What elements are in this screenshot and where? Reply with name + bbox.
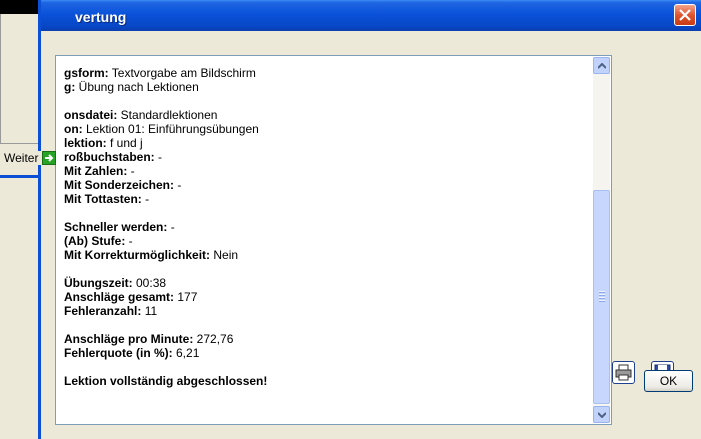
report-spacer: [64, 360, 584, 374]
report-row-value: Textvorgabe am Bildschirm: [108, 66, 256, 80]
report-row: Fehlerquote (in %): 6,21: [64, 346, 584, 360]
scroll-down-button[interactable]: [593, 406, 610, 423]
close-button[interactable]: [674, 4, 696, 26]
report-row-label: lektion:: [64, 136, 107, 150]
report-row: Anschläge gesamt: 177: [64, 290, 584, 304]
report-row: gsform: Textvorgabe am Bildschirm: [64, 66, 584, 80]
report-row: Mit Zahlen: -: [64, 164, 584, 178]
report-text: gsform: Textvorgabe am Bildschirm g: Übun…: [64, 66, 584, 388]
report-panel[interactable]: gsform: Textvorgabe am Bildschirm g: Übun…: [55, 55, 612, 425]
report-row: Übungszeit: 00:38: [64, 276, 584, 290]
report-row-value: -: [167, 220, 175, 234]
report-row-value: 00:38: [132, 276, 167, 290]
report-row-value: -: [154, 150, 163, 164]
report-row-label: Mit Sonderzeichen:: [64, 178, 175, 192]
report-row: Lektion vollständig abgeschlossen!: [64, 374, 584, 388]
report-row: onsdatei: Standardlektionen: [64, 108, 584, 122]
report-row-label: onsdatei:: [64, 108, 118, 122]
report-spacer: [64, 206, 584, 220]
report-row-label: Übungszeit:: [64, 276, 133, 290]
report-row-label: Fehleranzahl:: [64, 304, 142, 318]
scroll-grip: [599, 291, 605, 303]
printer-icon: [615, 364, 632, 381]
report-spacer: [64, 94, 584, 108]
next-button-label: Weiter: [4, 151, 39, 165]
report-row-label: Mit Zahlen:: [64, 164, 128, 178]
report-row-label: Anschläge gesamt:: [64, 290, 175, 304]
report-row: (Ab) Stufe: -: [64, 234, 584, 248]
report-row: Anschläge pro Minute: 272,76: [64, 332, 584, 346]
report-row-label: on:: [64, 122, 83, 136]
report-row-value: 177: [174, 290, 198, 304]
chevron-down-icon: [598, 412, 606, 418]
report-row-value: Übung nach Lektionen: [75, 80, 199, 94]
report-row: Fehleranzahl: 11: [64, 304, 584, 318]
print-button[interactable]: [612, 361, 635, 384]
report-row-value: f und j: [106, 136, 143, 150]
report-row: lektion: f und j: [64, 136, 584, 150]
report-row-label: gsform:: [64, 66, 109, 80]
report-row-label: (Ab) Stufe:: [64, 234, 126, 248]
report-spacer: [64, 262, 584, 276]
report-row-value: Lektion 01: Einführungsübungen: [82, 122, 259, 136]
report-row-value: -: [174, 178, 182, 192]
report-row: Mit Korrekturmöglichkeit: Nein: [64, 248, 584, 262]
evaluation-dialog: vertung gsform: Textvorgabe am Bildschir…: [38, 0, 701, 439]
report-row-value: 272,76: [193, 332, 234, 346]
report-row-value: Nein: [210, 248, 239, 262]
report-row: on: Lektion 01: Einführungsübungen: [64, 122, 584, 136]
chevron-up-icon: [598, 63, 606, 69]
ok-button[interactable]: OK: [644, 370, 693, 392]
report-row: roßbuchstaben: -: [64, 150, 584, 164]
report-row-value: 11: [141, 304, 158, 318]
scroll-up-button[interactable]: [593, 57, 610, 74]
report-row-label: Mit Tottasten:: [64, 192, 142, 206]
title-bar[interactable]: vertung: [41, 0, 701, 31]
report-row: Mit Tottasten: -: [64, 192, 584, 206]
close-icon: [679, 9, 691, 21]
next-button[interactable]: Weiter: [4, 151, 57, 165]
scroll-thumb[interactable]: [593, 190, 610, 404]
report-row-label: Schneller werden:: [64, 220, 168, 234]
report-row-label: g:: [64, 80, 76, 94]
green-arrow-right-icon: [42, 151, 57, 165]
report-row-label: Lektion vollständig abgeschlossen!: [64, 374, 268, 388]
report-row: Schneller werden: -: [64, 220, 584, 234]
report-row-value: -: [127, 164, 135, 178]
report-row-label: Mit Korrekturmöglichkeit:: [64, 248, 211, 262]
report-row-value: -: [125, 234, 133, 248]
report-row-label: roßbuchstaben:: [64, 150, 155, 164]
report-spacer: [64, 318, 584, 332]
window-title: vertung: [75, 9, 127, 25]
vertical-scrollbar[interactable]: [593, 57, 610, 423]
report-row-label: Anschläge pro Minute:: [64, 332, 194, 346]
report-row-value: Standardlektionen: [117, 108, 218, 122]
report-row-label: Fehlerquote (in %):: [64, 346, 173, 360]
report-row-value: 6,21: [172, 346, 200, 360]
report-row-value: -: [141, 192, 150, 206]
report-row: g: Übung nach Lektionen: [64, 80, 584, 94]
report-row: Mit Sonderzeichen: -: [64, 178, 584, 192]
